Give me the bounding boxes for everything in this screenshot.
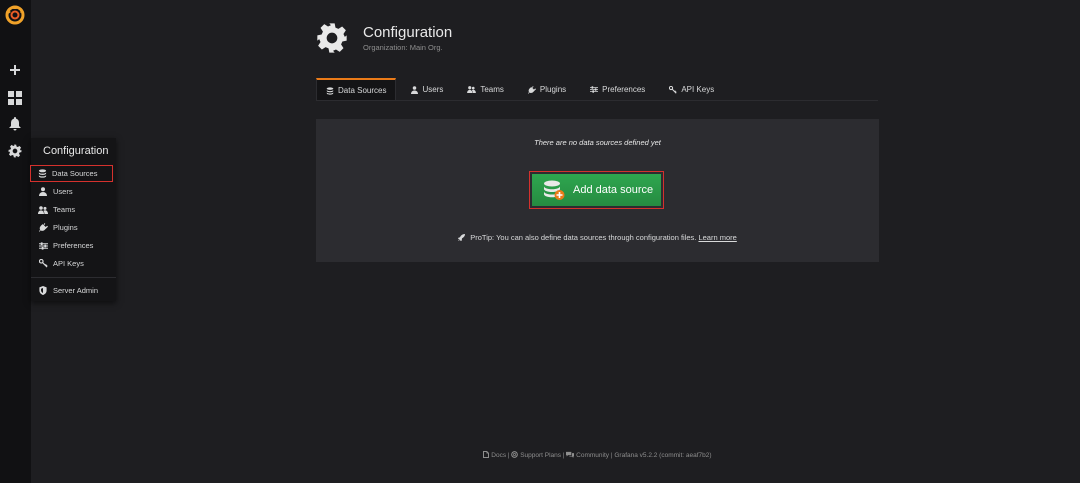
tab-label: Users <box>422 85 444 94</box>
tab-label: Data Sources <box>338 86 387 95</box>
page-subtitle: Organization: Main Org. <box>363 43 443 52</box>
tab-data-sources[interactable]: Data Sources <box>316 78 397 101</box>
tab-teams[interactable]: Teams <box>458 78 513 101</box>
users-icon <box>467 86 477 93</box>
page-header: Configuration Organization: Main Org. <box>316 22 452 54</box>
dropdown-item-teams[interactable]: Teams <box>31 201 116 218</box>
footer: Docs | Support Plans | Community | Grafa… <box>316 451 879 459</box>
configuration-gear-icon <box>317 23 347 53</box>
docs-link[interactable]: Docs <box>491 452 506 459</box>
dropdown-item-label: Preferences <box>53 241 94 250</box>
dashboards-icon[interactable] <box>4 87 26 109</box>
tab-label: Preferences <box>602 85 646 94</box>
dropdown-item-server-admin[interactable]: Server Admin <box>31 282 116 299</box>
dropdown-item-data-sources[interactable]: Data Sources <box>30 165 113 182</box>
dropdown-item-label: API Keys <box>53 259 84 268</box>
add-data-source-button-body: Add data source <box>532 174 661 206</box>
dropdown-divider <box>31 277 116 278</box>
learn-more-link[interactable]: Learn more <box>698 233 736 242</box>
comments-icon <box>566 451 575 458</box>
page-title: Configuration <box>363 24 453 41</box>
dropdown-item-label: Data Sources <box>52 169 98 178</box>
user-icon <box>38 187 48 197</box>
dropdown-item-label: Users <box>53 187 73 196</box>
dropdown-item-users[interactable]: Users <box>31 183 116 200</box>
add-data-source-button[interactable]: Add data source <box>529 171 664 209</box>
database-icon <box>37 169 47 179</box>
add-data-source-label: Add data source <box>573 184 654 196</box>
users-icon <box>38 205 48 215</box>
database-add-icon <box>544 180 565 200</box>
dropdown-item-label: Plugins <box>53 223 78 232</box>
tab-api-keys[interactable]: API Keys <box>660 78 723 101</box>
user-icon <box>411 85 419 94</box>
dropdown-item-label: Teams <box>53 205 76 214</box>
protip: ProTip: You can also define data sources… <box>316 233 879 242</box>
tab-preferences[interactable]: Preferences <box>581 78 654 101</box>
tab-label: Teams <box>480 85 504 94</box>
version-link[interactable]: Grafana v5.2.2 (commit: aeaf7b2) <box>614 452 711 459</box>
side-menu <box>0 0 31 483</box>
sliders-icon <box>590 86 599 93</box>
tab-users[interactable]: Users <box>402 78 452 101</box>
empty-list-panel: There are no data sources defined yet Ad… <box>316 119 879 262</box>
tab-underline <box>316 100 878 101</box>
shield-icon <box>38 286 48 296</box>
document-icon <box>483 451 490 458</box>
tab-label: API Keys <box>681 85 715 94</box>
community-link[interactable]: Community <box>576 452 609 459</box>
configuration-gear-icon[interactable] <box>4 140 26 162</box>
alerting-bell-icon[interactable] <box>4 113 26 135</box>
key-icon <box>38 259 48 269</box>
rocket-icon <box>458 234 466 241</box>
plug-icon <box>527 85 536 94</box>
key-icon <box>669 85 677 94</box>
plug-icon <box>38 223 48 233</box>
database-icon <box>326 86 334 95</box>
dropdown-item-plugins[interactable]: Plugins <box>31 219 116 236</box>
configuration-dropdown: Configuration Data Sources Users Teams P… <box>30 138 116 301</box>
dropdown-item-label: Server Admin <box>53 286 99 295</box>
support-plans-link[interactable]: Support Plans <box>520 452 561 459</box>
sliders-icon <box>38 241 48 251</box>
support-icon <box>511 451 519 458</box>
empty-state-title: There are no data sources defined yet <box>534 138 661 147</box>
grafana-logo-icon[interactable] <box>4 4 26 26</box>
plus-icon[interactable] <box>4 59 26 81</box>
tab-bar: Data Sources Users Teams Plugins Prefere… <box>316 78 729 101</box>
protip-text: ProTip: You can also define data sources… <box>470 233 697 242</box>
dropdown-item-api-keys[interactable]: API Keys <box>31 255 116 272</box>
dropdown-item-preferences[interactable]: Preferences <box>31 237 116 254</box>
tab-label: Plugins <box>539 85 567 94</box>
dropdown-title: Configuration <box>43 145 109 157</box>
tab-plugins[interactable]: Plugins <box>519 78 575 101</box>
